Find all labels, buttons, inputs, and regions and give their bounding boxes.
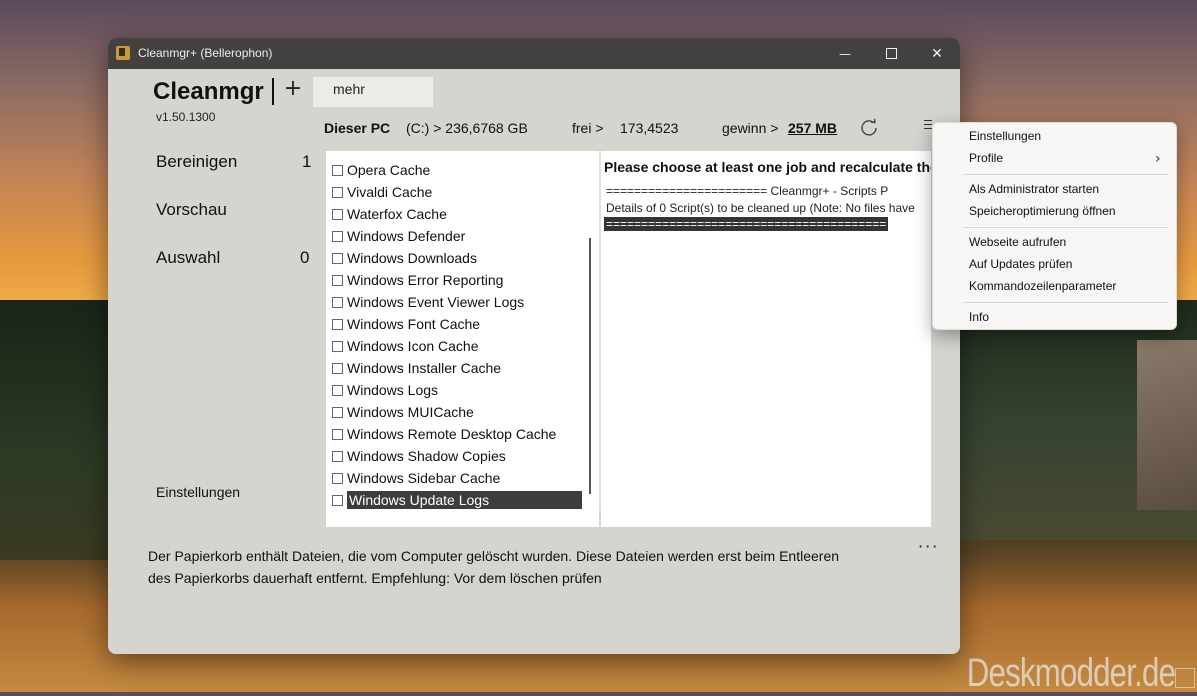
list-item[interactable]: Windows MUICache	[332, 401, 582, 423]
checkbox[interactable]	[332, 494, 343, 506]
free-label: frei >	[572, 120, 604, 136]
background-trees-left	[0, 300, 110, 560]
list-item[interactable]: Windows Logs	[332, 379, 582, 401]
app-window: Cleanmgr+ (Bellerophon) — ✕ Cleanmgr + m…	[108, 38, 960, 654]
refresh-icon[interactable]	[860, 118, 878, 136]
nav-vorschau[interactable]: Vorschau	[156, 200, 227, 220]
drive-size: (C:) > 236,6768 GB	[406, 120, 528, 136]
minimize-button[interactable]: —	[822, 38, 868, 69]
list-item[interactable]: Windows Icon Cache	[332, 335, 582, 357]
add-tab-button[interactable]: +	[282, 76, 304, 101]
cleanup-list[interactable]: Opera Cache Vivaldi Cache Waterfox Cache…	[326, 151, 599, 527]
header-divider	[272, 78, 274, 105]
checkbox[interactable]	[332, 164, 343, 176]
checkbox[interactable]	[332, 428, 343, 440]
background-rock	[1137, 340, 1197, 510]
checkbox[interactable]	[332, 362, 343, 374]
description-footer: Der Papierkorb enthält Dateien, die vom …	[108, 527, 960, 654]
output-line: ======================= Cleanmgr+ - Scri…	[606, 184, 889, 198]
app-icon	[116, 46, 130, 60]
list-item[interactable]: Windows Shadow Copies	[332, 445, 582, 467]
menu-item-storage[interactable]: Speicheroptimierung öffnen	[969, 204, 1116, 218]
menu-item-einstellungen[interactable]: Einstellungen	[969, 129, 1041, 143]
menu-item-cmdline[interactable]: Kommandozeilenparameter	[969, 279, 1116, 293]
list-scrollbar[interactable]	[589, 238, 591, 494]
menu-item-website[interactable]: Webseite aufrufen	[969, 235, 1066, 249]
list-item[interactable]: Windows Downloads	[332, 247, 582, 269]
output-line: Details of 0 Script(s) to be cleaned up …	[606, 201, 915, 215]
output-heading: Please choose at least one job and recal…	[604, 159, 931, 175]
output-line-highlight: ========================================	[604, 217, 889, 231]
list-item[interactable]: Opera Cache	[332, 159, 582, 181]
maximize-icon	[885, 48, 897, 59]
checkbox[interactable]	[332, 384, 343, 396]
nav-bereinigen[interactable]: Bereinigen	[156, 152, 237, 172]
checkbox[interactable]	[332, 230, 343, 242]
checkbox[interactable]	[332, 318, 343, 330]
pc-label: Dieser PC	[324, 120, 391, 136]
list-item[interactable]: Windows Sidebar Cache	[332, 467, 582, 489]
menu-divider	[963, 302, 1168, 303]
nav-auswahl[interactable]: Auswahl	[156, 248, 220, 268]
checkbox[interactable]	[332, 472, 343, 484]
settings-link[interactable]: Einstellungen	[156, 484, 240, 500]
resize-icon	[1175, 668, 1195, 688]
menu-divider	[963, 174, 1168, 175]
hamburger-menu-icon[interactable]	[924, 120, 932, 134]
menu-item-admin[interactable]: Als Administrator starten	[969, 182, 1099, 196]
maximize-button[interactable]	[868, 38, 914, 69]
list-item-selected[interactable]: Windows Update Logs	[332, 489, 582, 511]
watermark: Deskmodder.de	[966, 651, 1176, 695]
menu-item-updates[interactable]: Auf Updates prüfen	[969, 257, 1072, 271]
app-name: Cleanmgr	[153, 78, 264, 105]
gain-value[interactable]: 257 MB	[788, 120, 837, 136]
title-bar[interactable]: Cleanmgr+ (Bellerophon) — ✕	[108, 38, 960, 69]
checkbox[interactable]	[332, 186, 343, 198]
context-menu: Einstellungen Profile › Als Administrato…	[932, 122, 1177, 330]
checkbox[interactable]	[332, 450, 343, 462]
chevron-right-icon: ›	[1155, 151, 1161, 167]
checkbox[interactable]	[332, 252, 343, 264]
window-title: Cleanmgr+ (Bellerophon)	[138, 46, 273, 60]
close-icon: ✕	[931, 45, 943, 62]
tab-mehr[interactable]: mehr	[313, 77, 433, 107]
version-label: v1.50.1300	[156, 110, 216, 124]
checkbox[interactable]	[332, 340, 343, 352]
menu-divider	[963, 227, 1168, 228]
checkbox[interactable]	[332, 296, 343, 308]
free-value: 173,4523	[620, 120, 679, 136]
list-item[interactable]: Vivaldi Cache	[332, 181, 582, 203]
minimize-icon: —	[839, 46, 851, 61]
list-item[interactable]: Windows Defender	[332, 225, 582, 247]
tab-label: mehr	[333, 81, 365, 97]
more-options-button[interactable]: ···	[918, 537, 939, 556]
checkbox[interactable]	[332, 208, 343, 220]
menu-item-profile[interactable]: Profile	[969, 151, 1003, 165]
list-item[interactable]: Windows Error Reporting	[332, 269, 582, 291]
list-item[interactable]: Windows Remote Desktop Cache	[332, 423, 582, 445]
gain-label: gewinn >	[722, 120, 779, 136]
menu-item-info[interactable]: Info	[969, 310, 989, 324]
bereinigen-count: 1	[302, 152, 312, 171]
checkbox[interactable]	[332, 274, 343, 286]
item-description: Der Papierkorb enthält Dateien, die vom …	[148, 548, 840, 586]
checkbox[interactable]	[332, 406, 343, 418]
close-button[interactable]: ✕	[914, 38, 960, 69]
list-item[interactable]: Windows Installer Cache	[332, 357, 582, 379]
list-item[interactable]: Windows Font Cache	[332, 313, 582, 335]
output-panel: Please choose at least one job and recal…	[601, 151, 931, 527]
auswahl-count: 0	[300, 248, 310, 267]
list-item[interactable]: Windows Event Viewer Logs	[332, 291, 582, 313]
list-item[interactable]: Waterfox Cache	[332, 203, 582, 225]
